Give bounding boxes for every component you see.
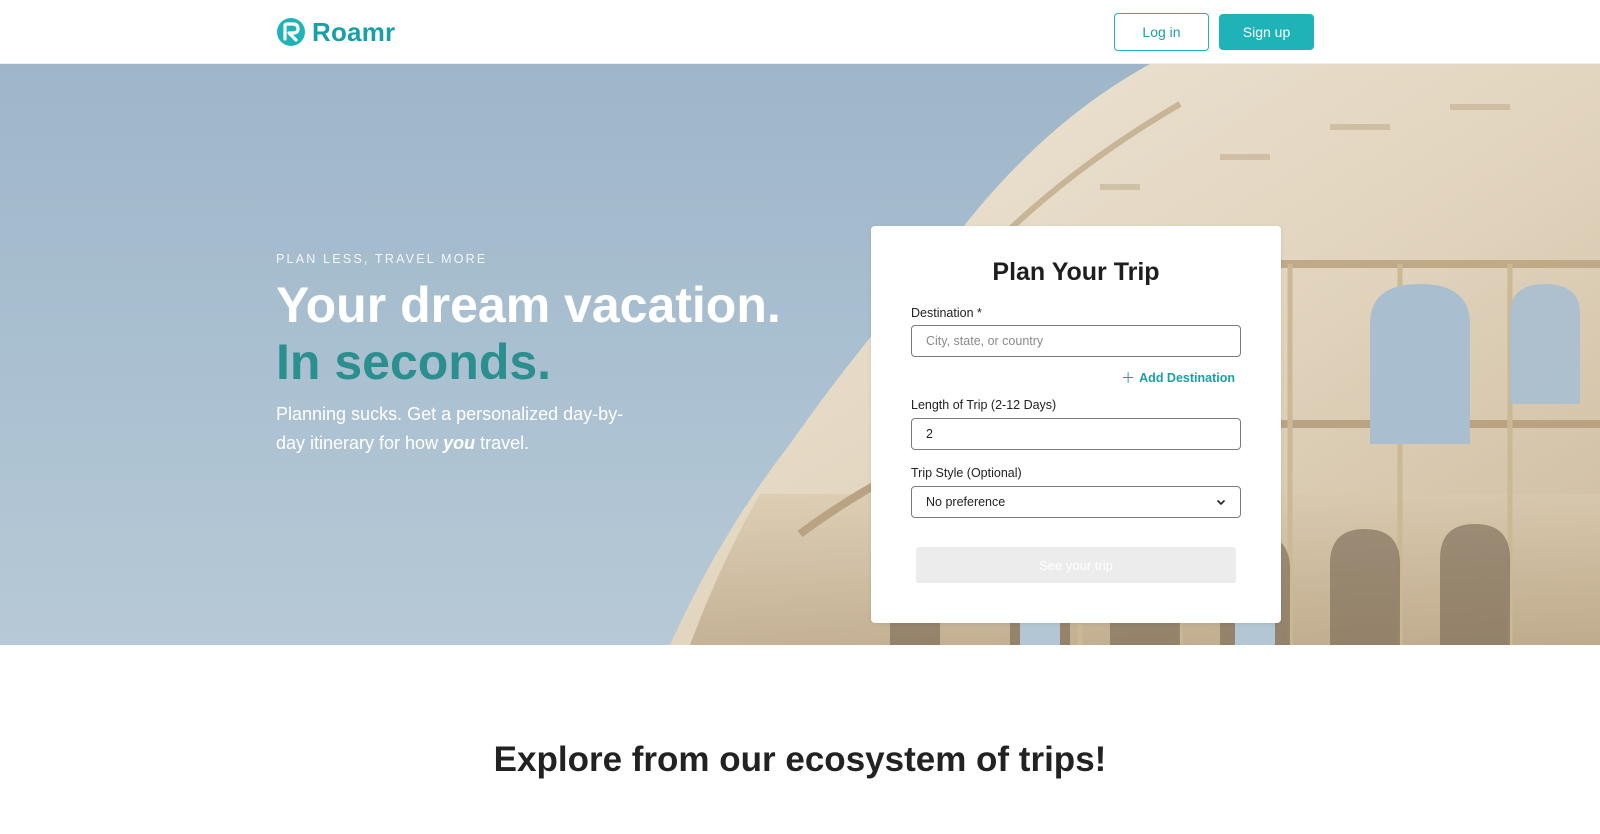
login-button[interactable]: Log in <box>1114 13 1209 51</box>
top-nav: Roamr Log in Sign up <box>0 0 1600 64</box>
plus-icon: ＋ <box>1121 370 1136 386</box>
roamr-logo-icon <box>277 18 305 46</box>
explore-heading: Explore from our ecosystem of trips! <box>493 740 1107 779</box>
see-your-trip-button[interactable]: See your trip <box>916 547 1236 583</box>
add-destination-link[interactable]: ＋ Add Destination <box>1121 368 1235 388</box>
hero-headline-line1: Your dream vacation. <box>276 277 781 333</box>
trip-style-label: Trip Style (Optional) <box>911 466 1022 480</box>
logo-text: Roamr <box>312 16 396 47</box>
trip-style-selected: No preference <box>926 495 1006 509</box>
hero-copy: PLAN LESS, TRAVEL MORE Your dream vacati… <box>276 252 796 458</box>
chevron-down-icon <box>1216 499 1226 506</box>
trip-style-select[interactable]: No preference <box>911 486 1241 518</box>
hero-subtext-emphasis: you <box>443 433 476 453</box>
hero-headline-line2: In seconds. <box>276 334 552 390</box>
hero-section: PLAN LESS, TRAVEL MORE Your dream vacati… <box>0 64 1600 645</box>
roamr-logo[interactable]: Roamr <box>276 16 395 48</box>
signup-button[interactable]: Sign up <box>1219 14 1314 50</box>
hero-eyebrow: PLAN LESS, TRAVEL MORE <box>276 252 488 266</box>
destination-input[interactable] <box>911 325 1241 357</box>
plan-trip-card: Plan Your Trip Destination * ＋ Add Desti… <box>871 226 1281 623</box>
trip-length-input[interactable] <box>911 418 1241 450</box>
plan-trip-title: Plan Your Trip <box>992 258 1160 286</box>
trip-length-label: Length of Trip (2-12 Days) <box>911 398 1057 412</box>
colosseum-background-image <box>670 64 1600 645</box>
hero-subtext-after: travel. <box>475 433 530 453</box>
hero-subtext: Planning sucks. Get a personalized day-b… <box>276 400 636 458</box>
destination-label: Destination * <box>911 306 982 320</box>
add-destination-label: Add Destination <box>1139 371 1235 385</box>
